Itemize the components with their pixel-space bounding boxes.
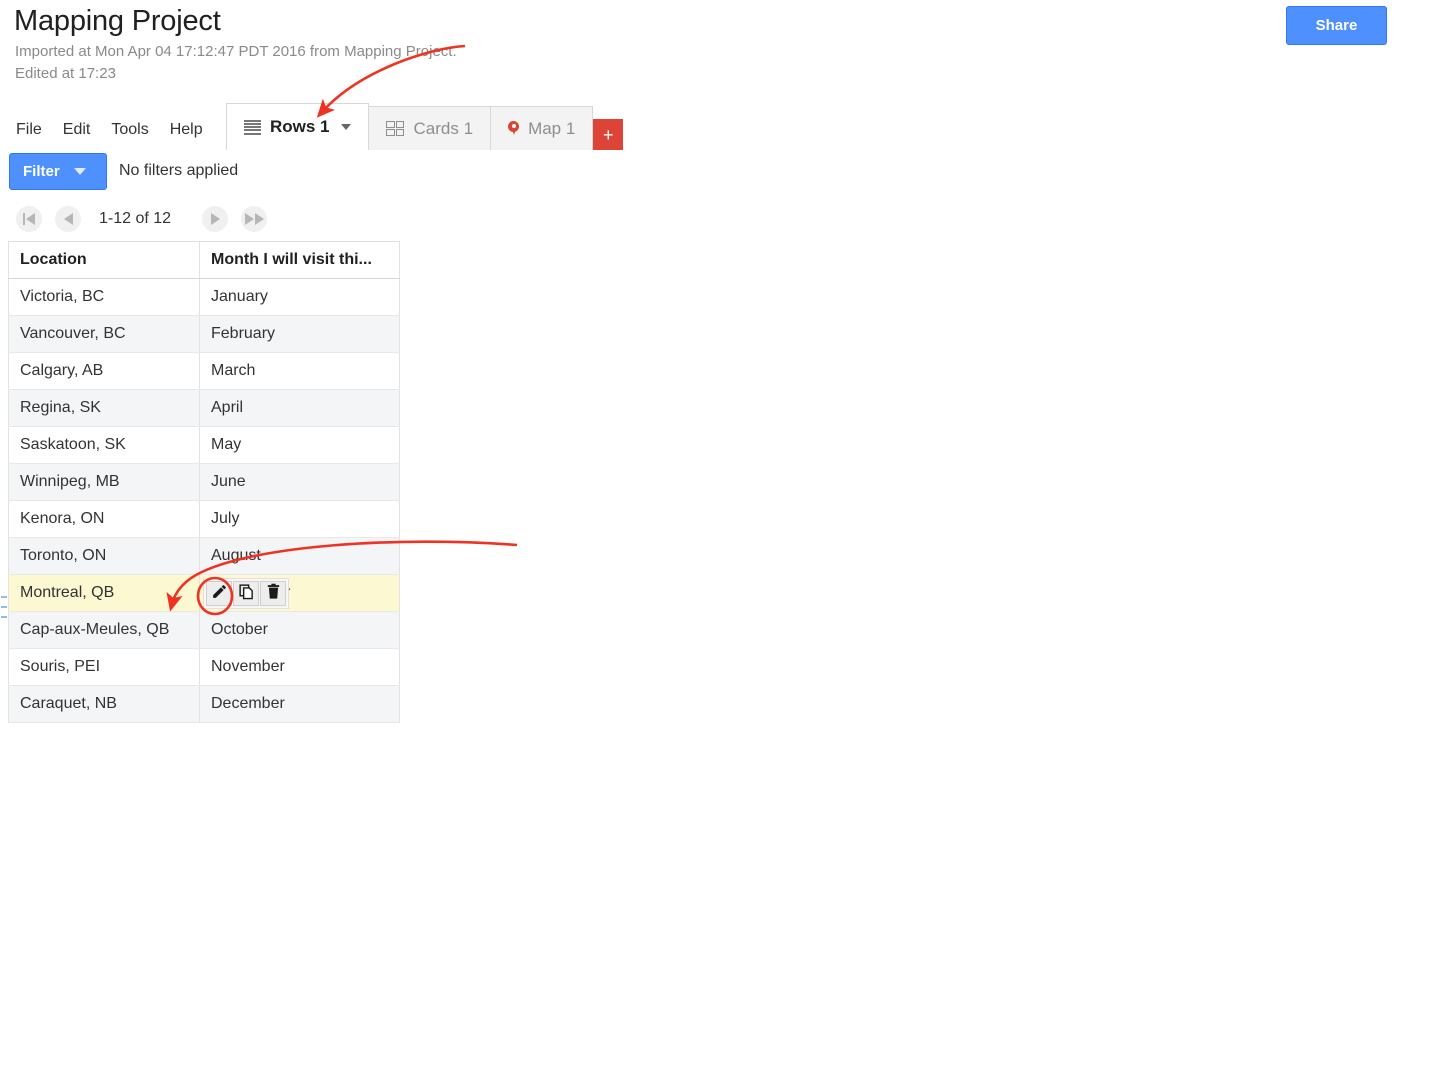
imported-timestamp: Imported at Mon Apr 04 17:12:47 PDT 2016… <box>15 43 457 60</box>
cell-location[interactable]: Vancouver, BC <box>8 315 200 353</box>
table-body: Victoria, BC January Vancouver, BC February… <box>8 278 400 723</box>
table-row[interactable]: Toronto, ON August <box>8 537 400 575</box>
page-range-label: 1-12 of 12 <box>99 210 172 227</box>
delete-row-button[interactable] <box>260 581 286 606</box>
filter-button-label: Filter <box>23 163 60 180</box>
cell-month[interactable]: August <box>199 537 400 575</box>
table-row[interactable]: Vancouver, BC February <box>8 315 400 353</box>
cell-month[interactable]: January <box>199 278 400 316</box>
tab-map[interactable]: Map 1 <box>491 106 594 150</box>
cell-location[interactable]: Victoria, BC <box>8 278 200 316</box>
menu-item-help[interactable]: Help <box>170 121 203 139</box>
tab-rows[interactable]: Rows 1 <box>226 103 369 150</box>
share-button[interactable]: Share <box>1286 6 1387 45</box>
menu-and-tab-strip: File Edit Tools Help Rows 1 Cards 1 Map … <box>0 103 1441 152</box>
menu-bar: File Edit Tools Help <box>16 121 203 139</box>
rows-icon <box>244 119 261 135</box>
page-header: Mapping Project Imported at Mon Apr 04 1… <box>0 0 1441 104</box>
cell-location[interactable]: Toronto, ON <box>8 537 200 575</box>
cell-month[interactable]: r <box>199 574 400 612</box>
table-row[interactable]: Winnipeg, MB June <box>8 463 400 501</box>
table-header-row: Location Month I will visit thi... <box>8 241 400 279</box>
trash-icon <box>265 583 282 605</box>
filter-status-text: No filters applied <box>119 162 239 179</box>
tab-map-label: Map 1 <box>528 118 576 138</box>
cell-month[interactable]: December <box>199 685 400 723</box>
cell-location[interactable]: Caraquet, NB <box>8 685 200 723</box>
first-page-icon <box>23 213 35 225</box>
edge-artifact <box>1 596 7 598</box>
table-row[interactable]: Regina, SK April <box>8 389 400 427</box>
table-row[interactable]: Victoria, BC January <box>8 278 400 316</box>
view-tab-bar: Rows 1 Cards 1 Map 1 + <box>226 103 624 152</box>
menu-item-tools[interactable]: Tools <box>111 121 148 139</box>
cell-month[interactable]: March <box>199 352 400 390</box>
filter-bar: Filter No filters applied <box>0 150 1441 194</box>
rows-data-table: Location Month I will visit thi... Victo… <box>8 241 400 723</box>
cell-month[interactable]: February <box>199 315 400 353</box>
cell-month[interactable]: June <box>199 463 400 501</box>
previous-page-button[interactable] <box>55 206 81 232</box>
cell-location[interactable]: Calgary, AB <box>8 352 200 390</box>
cell-location[interactable]: Regina, SK <box>8 389 200 427</box>
cell-month[interactable]: July <box>199 500 400 538</box>
duplicate-row-button[interactable] <box>233 581 259 606</box>
last-page-icon <box>244 213 264 225</box>
edge-artifact <box>1 606 7 608</box>
cell-month[interactable]: November <box>199 648 400 686</box>
table-row[interactable]: Calgary, AB March <box>8 352 400 390</box>
menu-item-edit[interactable]: Edit <box>63 121 91 139</box>
cell-location[interactable]: Winnipeg, MB <box>8 463 200 501</box>
cell-location[interactable]: Saskatoon, SK <box>8 426 200 464</box>
table-row[interactable]: Souris, PEI November <box>8 648 400 686</box>
table-row[interactable]: Saskatoon, SK May <box>8 426 400 464</box>
cell-location[interactable]: Kenora, ON <box>8 500 200 538</box>
table-row[interactable]: Montreal, QBr <box>8 574 400 612</box>
next-page-icon <box>210 213 220 225</box>
add-tab-button[interactable]: + <box>593 119 624 152</box>
edited-timestamp: Edited at 17:23 <box>15 65 116 82</box>
previous-page-icon <box>63 213 73 225</box>
copy-icon <box>238 583 255 605</box>
page-title: Mapping Project <box>14 5 221 37</box>
table-row[interactable]: Kenora, ON July <box>8 500 400 538</box>
column-header-month[interactable]: Month I will visit thi... <box>199 241 400 279</box>
cell-month[interactable]: April <box>199 389 400 427</box>
tab-cards[interactable]: Cards 1 <box>368 106 492 150</box>
map-pin-icon <box>508 121 520 136</box>
cell-location[interactable]: Souris, PEI <box>8 648 200 686</box>
chevron-down-icon <box>73 168 86 175</box>
column-header-location[interactable]: Location <box>8 241 200 279</box>
tab-rows-label: Rows 1 <box>270 117 330 136</box>
menu-item-file[interactable]: File <box>16 121 42 139</box>
first-page-button[interactable] <box>16 206 42 232</box>
cell-location[interactable]: Cap-aux-Meules, QB <box>8 611 200 649</box>
row-action-toolbar <box>203 578 289 609</box>
pagination-controls: 1-12 of 12 <box>0 200 410 238</box>
cell-month[interactable]: May <box>199 426 400 464</box>
filter-button[interactable]: Filter <box>9 153 107 190</box>
edge-artifact <box>1 616 7 618</box>
pencil-icon <box>211 583 228 605</box>
chevron-down-icon[interactable] <box>340 124 351 130</box>
cell-month[interactable]: October <box>199 611 400 649</box>
cards-icon <box>385 121 405 136</box>
last-page-button[interactable] <box>241 206 268 232</box>
cell-location[interactable]: Montreal, QB <box>8 574 200 612</box>
edit-row-button[interactable] <box>206 581 232 606</box>
next-page-button[interactable] <box>202 206 229 232</box>
tab-cards-label: Cards 1 <box>413 118 474 138</box>
table-row[interactable]: Cap-aux-Meules, QB October <box>8 611 400 649</box>
table-row[interactable]: Caraquet, NB December <box>8 685 400 723</box>
